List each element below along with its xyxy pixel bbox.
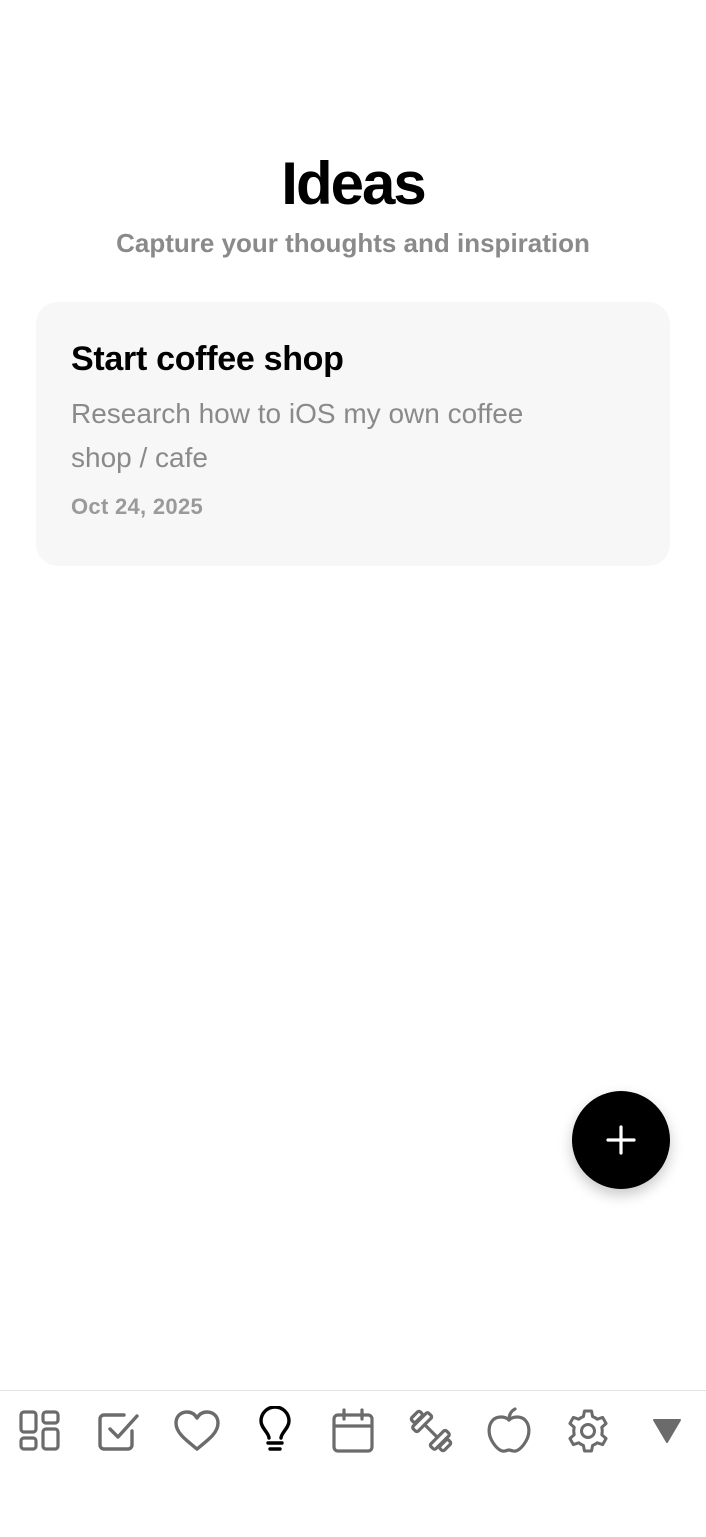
dashboard-icon xyxy=(19,1410,60,1451)
dumbbell-icon xyxy=(409,1409,453,1453)
calendar-icon xyxy=(332,1408,374,1453)
page-header: Ideas Capture your thoughts and inspirat… xyxy=(0,148,706,260)
idea-date: Oct 24, 2025 xyxy=(71,494,204,519)
idea-title: Start coffee shop xyxy=(71,340,344,378)
ideas-list: Start coffee shop Research how to iOS my… xyxy=(36,302,670,566)
bottom-tab-bar xyxy=(0,1390,706,1537)
tab-dashboard[interactable] xyxy=(12,1403,68,1459)
tab-settings[interactable] xyxy=(560,1403,616,1459)
tab-calendar[interactable] xyxy=(325,1403,381,1459)
apple-icon xyxy=(487,1407,531,1453)
tab-tasks[interactable] xyxy=(90,1403,146,1459)
tab-more[interactable] xyxy=(639,1403,695,1459)
add-idea-button[interactable] xyxy=(572,1091,670,1189)
idea-card[interactable]: Start coffee shop Research how to iOS my… xyxy=(36,302,670,566)
heart-icon xyxy=(174,1410,220,1451)
tab-nutrition[interactable] xyxy=(481,1403,537,1459)
page-subtitle: Capture your thoughts and inspiration xyxy=(116,228,590,258)
page-title: Ideas xyxy=(281,150,426,217)
tab-ideas[interactable] xyxy=(247,1403,303,1459)
tab-health[interactable] xyxy=(169,1403,225,1459)
gear-icon xyxy=(568,1409,608,1453)
lightbulb-icon xyxy=(259,1406,291,1451)
triangle-down-icon xyxy=(653,1419,681,1443)
checkbox-icon xyxy=(98,1413,139,1451)
plus-icon xyxy=(606,1125,636,1155)
tab-fitness[interactable] xyxy=(403,1403,459,1459)
idea-description: Research how to iOS my own coffee shop /… xyxy=(71,398,524,473)
